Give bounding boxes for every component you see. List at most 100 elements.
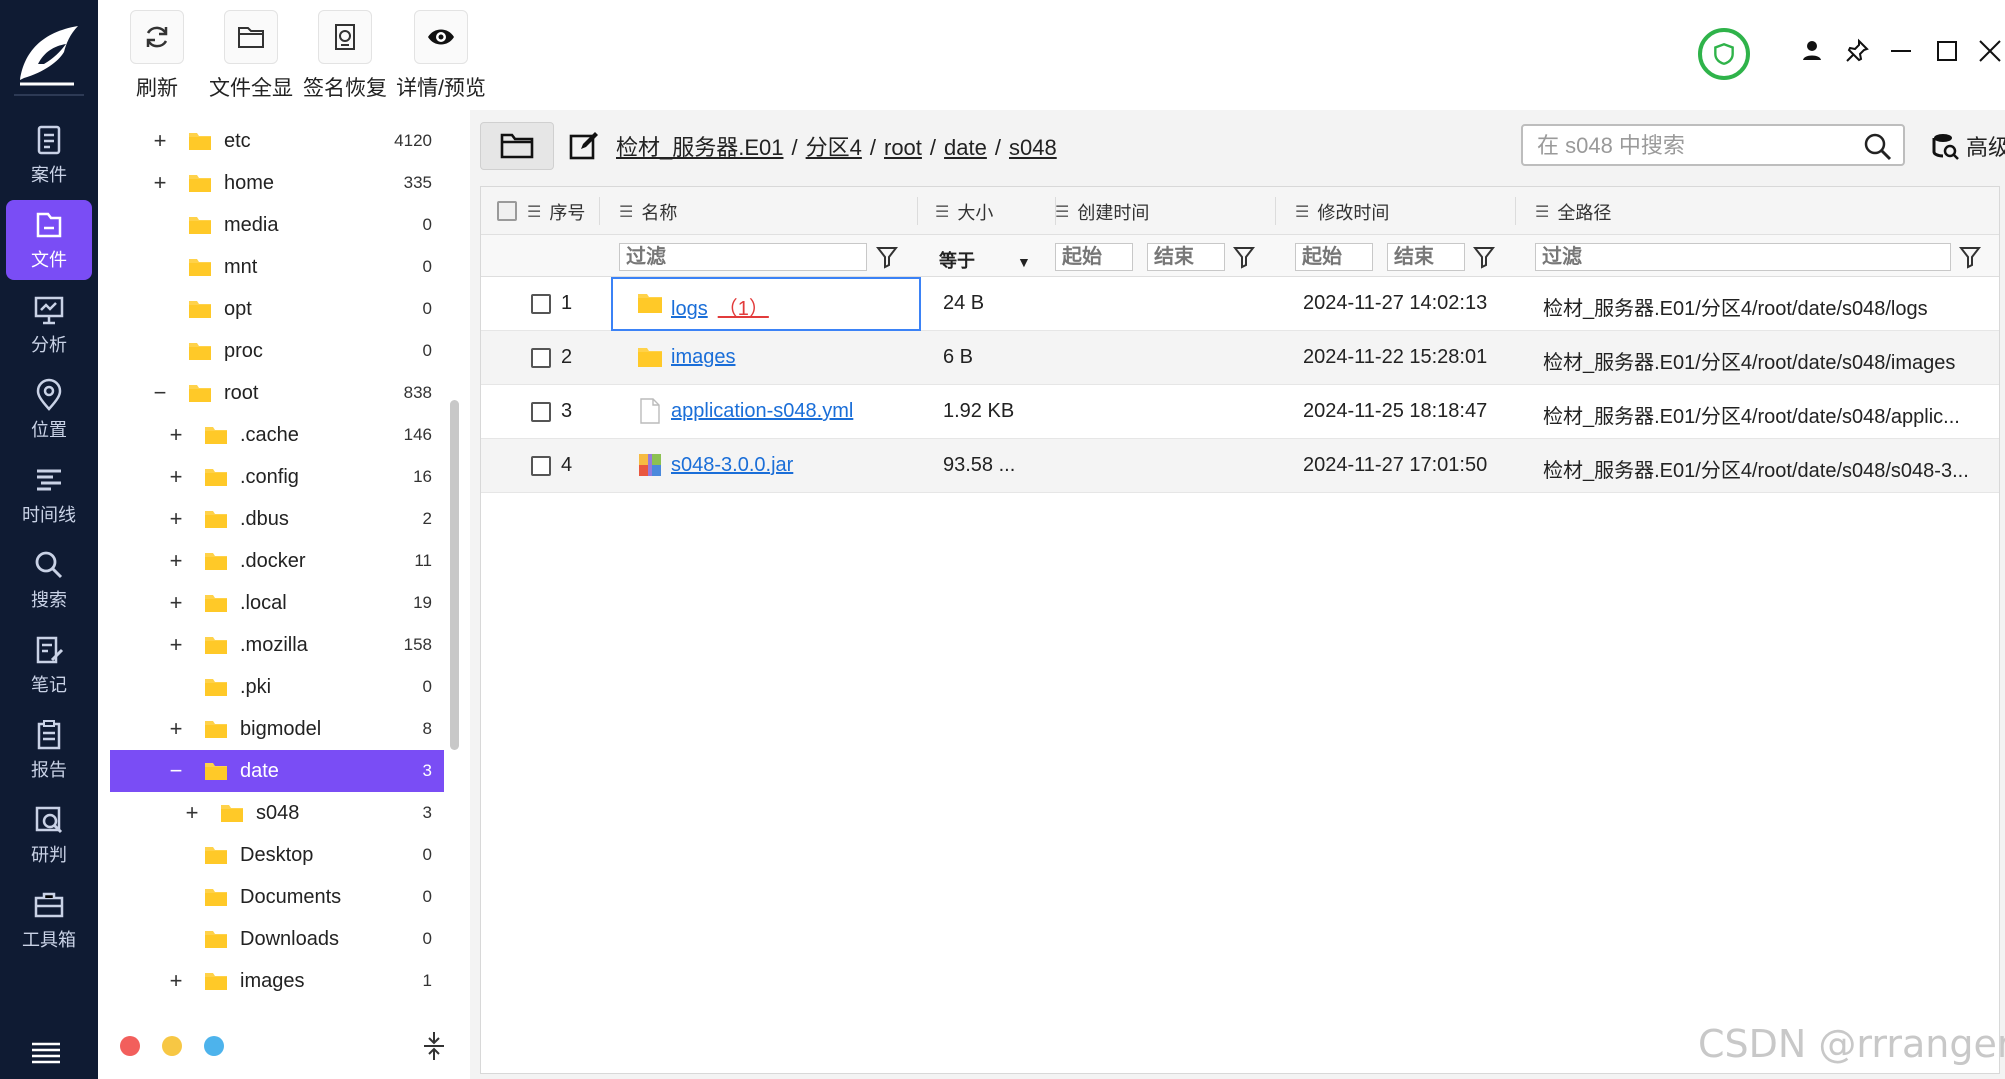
nav-item-toolbox[interactable]: 工具箱 bbox=[6, 880, 92, 960]
search-icon[interactable] bbox=[1863, 132, 1893, 162]
collapse-icon[interactable]: − bbox=[150, 380, 170, 406]
tree-item[interactable]: − date 3 bbox=[110, 750, 444, 792]
breadcrumb-item[interactable]: date bbox=[944, 135, 987, 160]
refresh-button[interactable]: 刷新 bbox=[112, 10, 202, 110]
tree-item[interactable]: .pki 0 bbox=[110, 666, 444, 708]
nav-item-report[interactable]: 报告 bbox=[6, 710, 92, 790]
created-start-input[interactable]: 起始 bbox=[1055, 243, 1133, 271]
nav-item-note[interactable]: 笔记 bbox=[6, 625, 92, 705]
table-row[interactable]: 3 application-s048.yml 1.92 KB 2024-11-25 1… bbox=[481, 385, 1999, 439]
show-all-files-button[interactable]: 文件全显 bbox=[206, 10, 296, 110]
expand-icon[interactable]: + bbox=[166, 464, 186, 490]
minimize-icon[interactable] bbox=[1886, 36, 1916, 66]
tree-scrollbar[interactable] bbox=[450, 400, 459, 750]
column-divider[interactable] bbox=[599, 197, 600, 225]
header-modified[interactable]: ☰ 修改时间 bbox=[1295, 199, 1389, 225]
filter-icon[interactable] bbox=[1473, 245, 1495, 269]
modified-end-input[interactable]: 结束 bbox=[1387, 243, 1465, 271]
column-divider[interactable] bbox=[1515, 197, 1516, 225]
signature-recover-button[interactable]: 签名恢复 bbox=[300, 10, 390, 110]
row-checkbox[interactable] bbox=[531, 294, 551, 314]
tree-item[interactable]: − root 838 bbox=[110, 372, 444, 414]
expand-icon[interactable]: + bbox=[150, 128, 170, 154]
table-row[interactable]: 1 logs （1） 24 B 2024-11-27 14:02:13 检材_服务器.E0… bbox=[481, 277, 1999, 331]
filter-icon[interactable] bbox=[876, 245, 898, 269]
column-divider[interactable] bbox=[917, 197, 918, 225]
tree-item[interactable]: mnt 0 bbox=[110, 246, 444, 288]
created-end-input[interactable]: 结束 bbox=[1147, 243, 1225, 271]
file-name-link[interactable]: logs bbox=[671, 298, 708, 320]
file-name-link[interactable]: s048-3.0.0.jar bbox=[671, 454, 793, 476]
file-name-link[interactable]: application-s048.yml bbox=[671, 400, 853, 422]
column-divider[interactable] bbox=[1275, 197, 1276, 225]
open-folder-button[interactable] bbox=[480, 122, 554, 170]
tree-item[interactable]: + etc 4120 bbox=[110, 120, 444, 162]
tree-item[interactable]: + bigmodel 8 bbox=[110, 708, 444, 750]
breadcrumb-item[interactable]: root bbox=[884, 135, 922, 160]
advanced-search-button[interactable]: 高级 bbox=[1930, 130, 2005, 162]
maximize-icon[interactable] bbox=[1932, 36, 1962, 66]
blue-dot[interactable] bbox=[204, 1036, 224, 1056]
expand-icon[interactable]: + bbox=[166, 716, 186, 742]
close-icon[interactable] bbox=[1975, 36, 2005, 66]
expand-icon[interactable]: + bbox=[166, 590, 186, 616]
nav-item-file[interactable]: 文件 bbox=[6, 200, 92, 280]
table-row[interactable]: 2 images 6 B 2024-11-22 15:28:01 检材_服务器.E01/… bbox=[481, 331, 1999, 385]
nav-item-analysis[interactable]: 分析 bbox=[6, 285, 92, 365]
file-name-link[interactable]: images bbox=[671, 346, 735, 368]
expand-icon[interactable]: + bbox=[166, 968, 186, 994]
size-operator-select[interactable]: 等于 ▼ bbox=[939, 247, 1031, 273]
tree-item[interactable]: + .local 19 bbox=[110, 582, 444, 624]
table-row[interactable]: 4 s048-3.0.0.jar 93.58 ... 2024-11-27 17:01… bbox=[481, 439, 1999, 493]
tree-item[interactable]: + .config 16 bbox=[110, 456, 444, 498]
expand-icon[interactable]: + bbox=[166, 548, 186, 574]
breadcrumb-item[interactable]: 检材_服务器.E01 bbox=[616, 135, 784, 160]
nav-item-judge[interactable]: 研判 bbox=[6, 795, 92, 875]
nav-item-timeline[interactable]: 时间线 bbox=[6, 455, 92, 535]
expand-icon[interactable]: + bbox=[182, 800, 202, 826]
tree-item[interactable]: Documents 0 bbox=[110, 876, 444, 918]
name-filter-input[interactable]: 过滤 bbox=[619, 243, 867, 271]
tree-item[interactable]: media 0 bbox=[110, 204, 444, 246]
detail-preview-button[interactable]: 详情/预览 bbox=[396, 10, 486, 110]
tree-item[interactable]: + .docker 11 bbox=[110, 540, 444, 582]
edit-path-icon[interactable] bbox=[568, 130, 600, 162]
breadcrumb-item[interactable]: 分区4 bbox=[806, 135, 862, 160]
tree-item[interactable]: + .mozilla 158 bbox=[110, 624, 444, 666]
expand-icon[interactable]: + bbox=[166, 506, 186, 532]
row-checkbox[interactable] bbox=[531, 456, 551, 476]
tree-item[interactable]: + .cache 146 bbox=[110, 414, 444, 456]
expand-icon[interactable]: + bbox=[150, 170, 170, 196]
tree-item[interactable]: opt 0 bbox=[110, 288, 444, 330]
red-dot[interactable] bbox=[120, 1036, 140, 1056]
row-checkbox[interactable] bbox=[531, 348, 551, 368]
header-created[interactable]: ☰ 创建时间 bbox=[1055, 199, 1149, 225]
search-input[interactable] bbox=[1537, 132, 1847, 160]
pin-icon[interactable] bbox=[1842, 36, 1872, 66]
nav-item-location[interactable]: 位置 bbox=[6, 370, 92, 450]
row-checkbox[interactable] bbox=[531, 402, 551, 422]
select-all-checkbox[interactable] bbox=[497, 201, 517, 221]
tree-item[interactable]: + .dbus 2 bbox=[110, 498, 444, 540]
expand-icon[interactable]: + bbox=[166, 632, 186, 658]
breadcrumb-item[interactable]: s048 bbox=[1009, 135, 1057, 160]
header-path[interactable]: ☰ 全路径 bbox=[1535, 199, 1611, 225]
user-icon[interactable] bbox=[1797, 36, 1827, 66]
filter-icon[interactable] bbox=[1233, 245, 1255, 269]
tree-item[interactable]: proc 0 bbox=[110, 330, 444, 372]
yellow-dot[interactable] bbox=[162, 1036, 182, 1056]
tree-item[interactable]: + s048 3 bbox=[110, 792, 444, 834]
tree-item[interactable]: Downloads 0 bbox=[110, 918, 444, 960]
collapse-all-icon[interactable] bbox=[420, 1030, 448, 1062]
tree-item[interactable]: + images 1 bbox=[110, 960, 444, 1002]
menu-icon[interactable] bbox=[30, 1040, 62, 1064]
header-name[interactable]: ☰ 名称 bbox=[619, 199, 677, 225]
tree-item[interactable]: Desktop 0 bbox=[110, 834, 444, 876]
nav-item-case[interactable]: 案件 bbox=[6, 115, 92, 195]
modified-start-input[interactable]: 起始 bbox=[1295, 243, 1373, 271]
tree-item[interactable]: + home 335 bbox=[110, 162, 444, 204]
security-shield-button[interactable] bbox=[1698, 28, 1750, 80]
nav-item-search[interactable]: 搜索 bbox=[6, 540, 92, 620]
collapse-icon[interactable]: − bbox=[166, 758, 186, 784]
filter-icon[interactable] bbox=[1959, 245, 1981, 269]
